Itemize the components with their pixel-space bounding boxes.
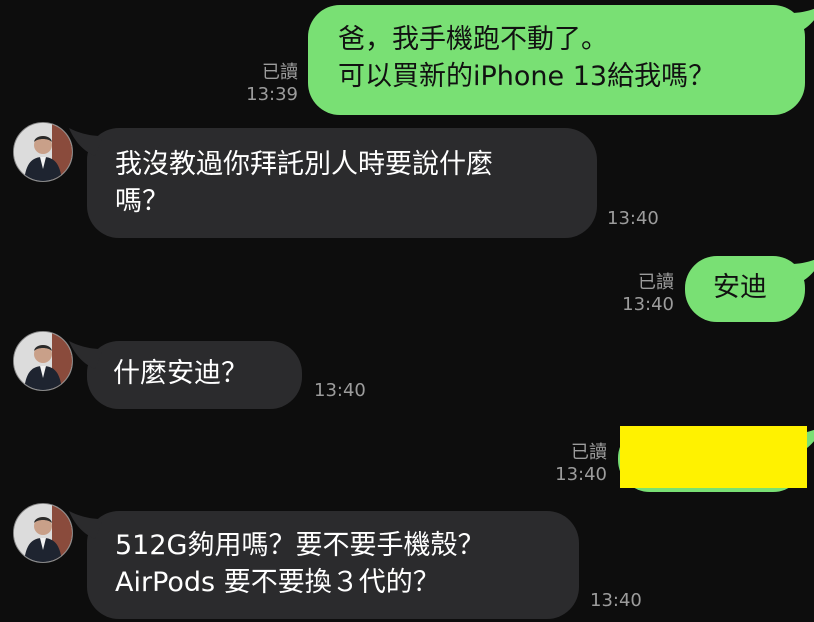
- contact-avatar[interactable]: [13, 331, 73, 391]
- read-receipt: 已讀: [638, 272, 674, 293]
- message-meta: 已讀 13:40: [612, 272, 674, 316]
- person-avatar-icon: [14, 504, 72, 562]
- message-bubble-incoming[interactable]: 512G夠用嗎？要不要手機殼？ AirPods 要不要換３代的？: [69, 511, 579, 619]
- message-text-line: AirPods 要不要換３代的？: [115, 567, 440, 598]
- message-time: 13:40: [590, 590, 642, 611]
- message-meta: 13:40: [607, 208, 659, 230]
- message-time: 13:40: [555, 464, 607, 485]
- message-meta: 13:40: [590, 590, 642, 612]
- message-meta: 已讀 13:39: [236, 62, 298, 106]
- message-time: 13:39: [246, 84, 298, 105]
- bubble-tail-icon: [69, 341, 103, 369]
- message-text-line: 嗎？: [115, 186, 169, 217]
- bubble-tail-icon: [789, 259, 814, 284]
- message-text-line: 我沒教過你拜託別人時要說什麼: [115, 149, 493, 180]
- message-time: 13:40: [314, 380, 366, 401]
- bubble-tail-icon: [69, 128, 103, 156]
- message-bubble-outgoing[interactable]: 安迪: [685, 256, 814, 322]
- bubble-tail-icon: [69, 511, 103, 539]
- message-time: 13:40: [622, 294, 674, 315]
- message-bubble-outgoing[interactable]: 爸，我手機跑不動了。 可以買新的iPhone 13給我嗎？: [308, 5, 814, 115]
- read-receipt: 已讀: [262, 62, 298, 83]
- chat-transcript: 已讀 13:39 爸，我手機跑不動了。 可以買新的iPhone 13給我嗎？ 我…: [0, 0, 814, 622]
- message-bubble-incoming[interactable]: 什麼安迪？: [69, 341, 302, 409]
- redaction-overlay: [620, 426, 807, 488]
- message-text-line: 什麼安迪？: [113, 358, 248, 389]
- message-text-line: 可以買新的iPhone 13給我嗎？: [338, 61, 716, 92]
- message-text-line: 爸，我手機跑不動了。: [338, 24, 608, 55]
- person-avatar-icon: [14, 123, 72, 181]
- message-meta: 已讀 13:40: [545, 442, 607, 486]
- message-text-line: 512G夠用嗎？要不要手機殼？: [115, 530, 485, 561]
- message-meta: 13:40: [314, 380, 366, 402]
- read-receipt: 已讀: [571, 442, 607, 463]
- bubble-tail-icon: [789, 8, 814, 33]
- message-text-line: 安迪: [713, 272, 767, 303]
- contact-avatar[interactable]: [13, 122, 73, 182]
- message-time: 13:40: [607, 208, 659, 229]
- contact-avatar[interactable]: [13, 503, 73, 563]
- message-bubble-incoming[interactable]: 我沒教過你拜託別人時要說什麼 嗎？: [69, 128, 597, 238]
- person-avatar-icon: [14, 332, 72, 390]
